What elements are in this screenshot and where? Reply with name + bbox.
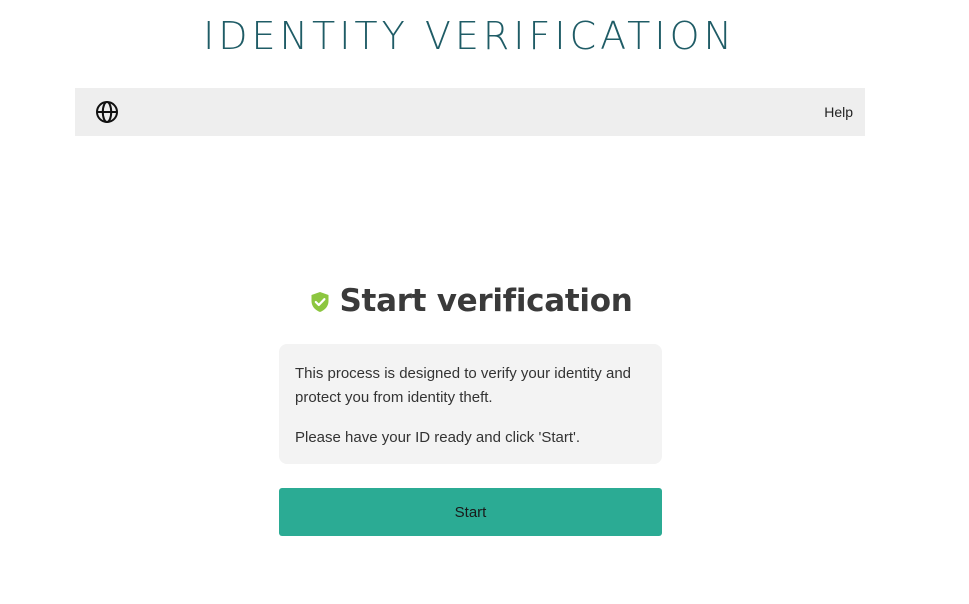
- start-button[interactable]: Start: [279, 488, 662, 536]
- globe-icon[interactable]: [95, 100, 119, 124]
- shield-check-icon: [310, 291, 330, 313]
- top-toolbar: Help: [75, 88, 865, 136]
- heading-row: Start verification: [0, 283, 942, 319]
- help-link[interactable]: Help: [824, 104, 853, 120]
- page-title: IDENTITY VERIFICATION: [203, 14, 736, 58]
- info-text-purpose: This process is designed to verify your …: [295, 365, 631, 406]
- page: IDENTITY VERIFICATION Help Start verific…: [0, 0, 969, 604]
- section-heading: Start verification: [339, 283, 633, 319]
- info-text-instructions: Please have your ID ready and click 'Sta…: [295, 429, 581, 446]
- info-box: This process is designed to verify your …: [279, 344, 662, 464]
